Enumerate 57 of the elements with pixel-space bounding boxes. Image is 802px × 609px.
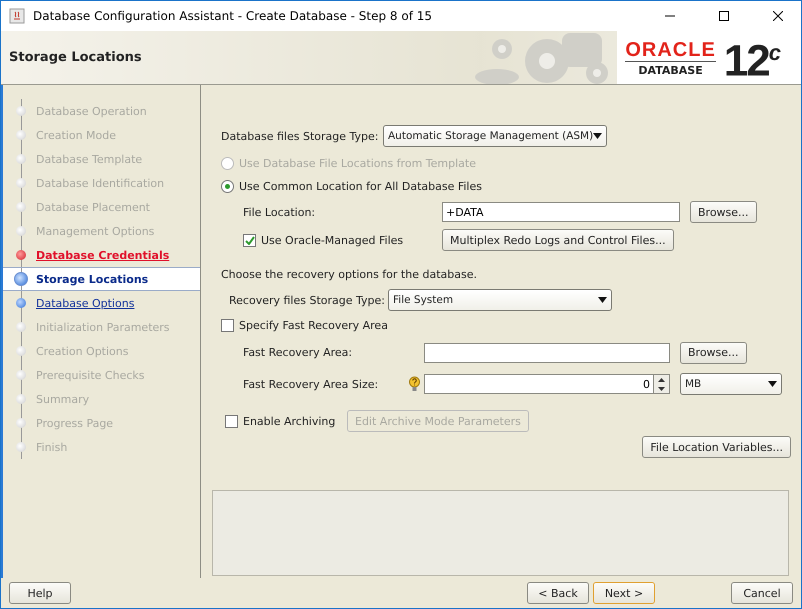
checkbox[interactable] [225, 414, 238, 428]
step-label: Database Template [36, 152, 142, 166]
step-label: Initialization Parameters [36, 320, 170, 334]
recovery-type-dropdown[interactable]: File System [388, 289, 612, 311]
unit-dropdown[interactable]: MB [680, 373, 782, 395]
step-label: Progress Page [36, 416, 114, 430]
field-label: File Location: [243, 206, 316, 218]
app-icon [9, 8, 25, 24]
checkbox-label: Specify Fast Recovery Area [239, 318, 388, 332]
help-button[interactable]: Help [9, 582, 71, 604]
checkbox[interactable] [221, 318, 234, 332]
file-location-field[interactable]: +DATA [442, 202, 680, 222]
step-label: Database Operation [36, 104, 147, 118]
caret-icon [593, 133, 602, 139]
checkbox[interactable] [243, 234, 256, 246]
window-title: Database Configuration Assistant - Create Database - Step 8 of 15 [33, 9, 434, 23]
step-label: Finish [36, 440, 68, 454]
section-text: Choose the recovery options for the database. [221, 268, 477, 280]
storage-type-dropdown[interactable]: Automatic Storage Management (ASM) [383, 125, 607, 147]
help-bulb-icon [409, 376, 420, 392]
back-button[interactable]: < Back [527, 582, 589, 604]
spinner-arrows-icon[interactable] [654, 374, 670, 394]
step-label: Prerequisite Checks [36, 368, 144, 382]
recovery-area-field[interactable] [424, 342, 670, 362]
browse-button[interactable]: Browse... [680, 342, 747, 364]
browse-button[interactable]: Browse... [690, 201, 757, 223]
option-label: Use Database File Locations from Template [239, 157, 476, 170]
maximize-icon[interactable] [719, 11, 729, 21]
step-label: Creation Mode [36, 128, 116, 142]
radio-button[interactable] [221, 180, 234, 193]
field-label: Database files Storage Type: [221, 130, 380, 142]
product-name: DATABASE [638, 64, 703, 76]
size-spinner-field[interactable]: 0 [424, 374, 654, 394]
field-label: Recovery files Storage Type: [229, 294, 386, 306]
checkbox-label: Enable Archiving [243, 414, 336, 428]
step-label: Management Options [36, 224, 154, 238]
field-label: Fast Recovery Area Size: [243, 378, 380, 390]
version-number: 12$^{c}$ [724, 36, 781, 84]
caret-icon [768, 381, 777, 387]
step-label: Creation Options [36, 344, 128, 358]
page-title: Storage Locations [9, 50, 143, 65]
brand-logo: ORACLE [625, 38, 716, 62]
field-label: Fast Recovery Area: [243, 346, 354, 359]
close-icon[interactable] [773, 11, 783, 21]
step-label: Summary [36, 392, 90, 406]
file-location-variables-button[interactable]: File Location Variables... [642, 436, 791, 458]
caret-icon [598, 297, 607, 303]
cancel-button[interactable]: Cancel [731, 582, 793, 604]
next-button[interactable]: Next > [593, 582, 655, 604]
step-link[interactable]: Storage Locations [36, 272, 148, 286]
option-label: Use Common Location for All Database Files [239, 180, 482, 193]
multiplex-button[interactable]: Multiplex Redo Logs and Control Files... [442, 229, 674, 251]
checkbox-label: Use Oracle-Managed Files [261, 234, 404, 246]
step-link[interactable]: Database Credentials [36, 248, 170, 262]
step-link[interactable]: Database Options [36, 296, 134, 310]
step-label: Database Placement [36, 200, 150, 214]
step-label: Database Identification [36, 176, 164, 190]
